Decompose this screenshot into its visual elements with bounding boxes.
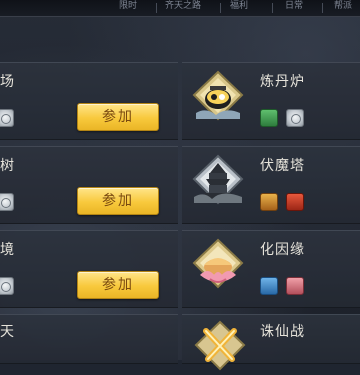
activity-title: 天 — [0, 324, 15, 340]
tab-limited[interactable]: 限时 — [119, 0, 137, 13]
lotus-bowl-icon — [192, 238, 244, 289]
activity-title: 树 — [0, 158, 15, 174]
alchemy-furnace-icon — [192, 70, 244, 121]
tab-divider — [156, 3, 157, 13]
activity-card-left-4[interactable]: 天 — [0, 314, 178, 364]
reward-silver-coin-icon — [0, 109, 14, 127]
reward-silver-coin-icon — [0, 193, 14, 211]
activity-card-left-2[interactable]: 树 参加 — [0, 146, 178, 224]
activity-title: 场 — [0, 74, 15, 90]
reward-jade-icon — [260, 109, 278, 127]
activity-card-left-1[interactable]: 场 参加 — [0, 62, 178, 140]
reward-silver-coin-icon — [0, 277, 14, 295]
tab-divider — [322, 3, 323, 13]
reward-scroll-icon — [260, 193, 278, 211]
reward-flower-icon — [286, 277, 304, 295]
activity-title: 境 — [0, 242, 15, 258]
tab-qitian-road[interactable]: 齐天之路 — [165, 0, 201, 13]
activity-tab-bar: 限时 齐天之路 福利 日常 帮派 — [0, 0, 360, 17]
tab-divider — [272, 3, 273, 13]
tab-daily[interactable]: 日常 — [285, 0, 303, 13]
crossed-swords-icon — [194, 320, 246, 371]
reward-pet-icon — [260, 277, 278, 295]
reward-silver-coin-icon — [286, 109, 304, 127]
activity-title: 伏魔塔 — [260, 158, 305, 174]
activity-card-left-3[interactable]: 境 参加 — [0, 230, 178, 308]
reward-fire-icon — [286, 193, 304, 211]
tab-guild[interactable]: 帮派 — [334, 0, 352, 13]
activity-card-alchemy[interactable]: 炼丹炉 — [182, 62, 360, 140]
tab-divider — [220, 3, 221, 13]
demon-tower-icon — [192, 154, 244, 205]
tab-welfare[interactable]: 福利 — [230, 0, 248, 13]
join-button[interactable]: 参加 — [77, 271, 159, 299]
join-button[interactable]: 参加 — [77, 103, 159, 131]
activity-title: 炼丹炉 — [260, 74, 305, 90]
activity-title: 诛仙战 — [260, 324, 305, 340]
activity-card-karma[interactable]: 化因缘 — [182, 230, 360, 308]
activity-title: 化因缘 — [260, 242, 305, 258]
activity-card-zhuxian[interactable]: 诛仙战 — [182, 314, 360, 371]
activity-card-demon-tower[interactable]: 伏魔塔 — [182, 146, 360, 224]
join-button[interactable]: 参加 — [77, 187, 159, 215]
